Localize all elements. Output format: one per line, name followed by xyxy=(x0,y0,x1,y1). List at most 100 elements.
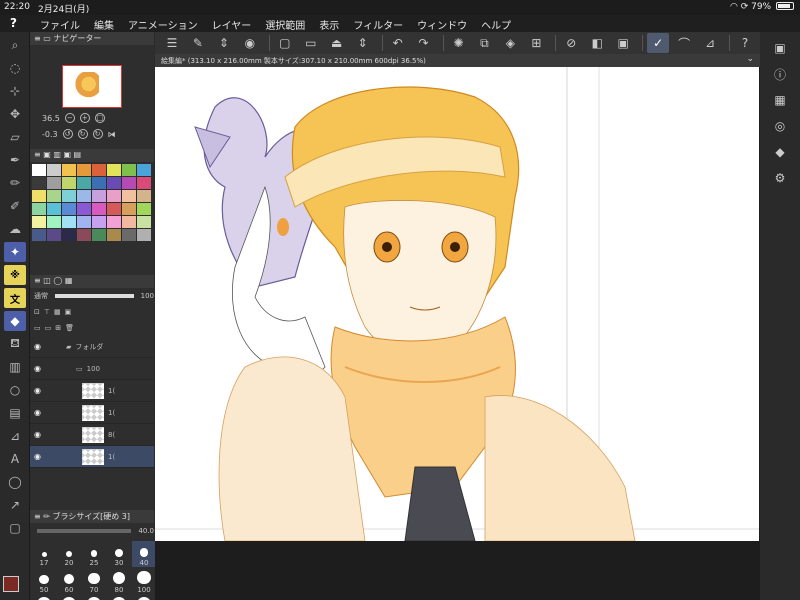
color-swatch[interactable] xyxy=(137,229,151,241)
color-swatch[interactable] xyxy=(107,177,121,189)
color-swatch[interactable] xyxy=(77,216,91,228)
color-swatch[interactable] xyxy=(77,164,91,176)
layer-folder-row[interactable]: ◉ ▰ フォルダ xyxy=(30,336,154,358)
airbrush-icon[interactable]: ✦ xyxy=(4,242,26,262)
color-swatch[interactable] xyxy=(92,190,106,202)
rotate-reset-icon[interactable]: ↻ xyxy=(92,129,103,139)
app-logo-icon[interactable]: ? xyxy=(10,16,24,30)
color-swatch[interactable] xyxy=(62,164,76,176)
brush-size-preset[interactable]: 40 xyxy=(132,541,156,567)
new-folder-icon[interactable]: ▭ xyxy=(45,324,52,332)
search-layer-icon[interactable]: ◎ xyxy=(770,116,790,136)
color-swatch[interactable] xyxy=(77,229,91,241)
mask-icon[interactable]: ▣ xyxy=(612,33,634,53)
color-swatch[interactable] xyxy=(47,216,61,228)
eyedropper-icon[interactable]: ✒ xyxy=(4,150,26,170)
menu-layer[interactable]: レイヤー xyxy=(212,17,252,32)
color-swatch[interactable] xyxy=(62,190,76,202)
menu-animation[interactable]: アニメーション xyxy=(128,17,198,32)
move-icon[interactable]: ✥ xyxy=(4,104,26,124)
color-swatch[interactable] xyxy=(92,229,106,241)
color-swatch[interactable] xyxy=(62,229,76,241)
color-swatch[interactable] xyxy=(122,203,136,215)
rotate-right-icon[interactable]: ↻ xyxy=(77,129,88,139)
clip-icon[interactable]: ⊤ xyxy=(44,308,50,316)
brush-size-preset[interactable]: 70 xyxy=(82,568,106,594)
layer-row[interactable]: ◉ 8( xyxy=(30,424,154,446)
fill-icon[interactable]: ◈ xyxy=(499,33,521,53)
color-swatch[interactable] xyxy=(122,177,136,189)
eye-icon[interactable]: ◉ xyxy=(34,452,46,461)
layer-row[interactable]: ◉ 1( xyxy=(30,402,154,424)
color-swatch[interactable] xyxy=(107,229,121,241)
updown-icon[interactable]: ⇕ xyxy=(213,33,235,53)
color-swatch[interactable] xyxy=(92,177,106,189)
fill-bucket-icon[interactable]: ⛾ xyxy=(4,334,26,354)
edit-icon[interactable]: ✎ xyxy=(187,33,209,53)
color-swatch[interactable] xyxy=(137,190,151,202)
color-swatch[interactable] xyxy=(107,190,121,202)
zoom-icon[interactable]: ⌕ xyxy=(4,35,26,55)
color-swatch[interactable] xyxy=(47,164,61,176)
menu-selection[interactable]: 選択範囲 xyxy=(265,17,305,32)
ruler-tool-icon[interactable]: ⊿ xyxy=(4,426,26,446)
eraser-icon[interactable]: ▱ xyxy=(4,127,26,147)
brush-size-preset[interactable]: 20 xyxy=(57,541,81,567)
chevron-down-icon[interactable]: ⌄ xyxy=(746,54,754,64)
color-swatch[interactable] xyxy=(47,177,61,189)
brush-size-preset[interactable]: 30 xyxy=(107,541,131,567)
color-swatch[interactable] xyxy=(137,216,151,228)
rotate-left-icon[interactable]: ↺ xyxy=(62,129,73,139)
blend-mode-select[interactable]: 通常 xyxy=(34,291,48,301)
ruler-icon[interactable]: ⊿ xyxy=(699,33,721,53)
color-swatch[interactable] xyxy=(77,177,91,189)
eraser-active-icon[interactable]: ◆ xyxy=(4,311,26,331)
eye-icon[interactable]: ◉ xyxy=(34,408,46,417)
delete-layer-icon[interactable]: 🗑 xyxy=(65,324,74,332)
color-swatch[interactable] xyxy=(62,203,76,215)
open-folder-icon[interactable]: ▭ xyxy=(300,33,322,53)
drawing-canvas[interactable] xyxy=(155,67,759,541)
brush-size-preset[interactable]: 50 xyxy=(32,568,56,594)
color-swatch[interactable] xyxy=(32,177,46,189)
fit-icon[interactable]: □ xyxy=(94,113,105,123)
clear-icon[interactable]: ⊘ xyxy=(560,33,582,53)
extra-icon[interactable]: ▢ xyxy=(4,518,26,538)
color-swatch[interactable] xyxy=(137,164,151,176)
color-swatch[interactable] xyxy=(32,164,46,176)
opacity-slider[interactable] xyxy=(55,294,134,298)
color-swatch[interactable] xyxy=(107,164,121,176)
pen-icon[interactable]: ✏ xyxy=(4,173,26,193)
menu-view[interactable]: 表示 xyxy=(319,17,339,32)
lasso-icon[interactable]: ◌ xyxy=(4,58,26,78)
transform-icon[interactable]: ⊞ xyxy=(525,33,547,53)
correct-line-icon[interactable]: ↗ xyxy=(4,495,26,515)
menu-window[interactable]: ウィンドウ xyxy=(417,17,467,32)
help-icon[interactable]: ? xyxy=(734,33,756,53)
loading-icon[interactable]: ✺ xyxy=(448,33,470,53)
color-swatch[interactable] xyxy=(122,216,136,228)
settings-icon[interactable]: ⚙ xyxy=(770,168,790,188)
redo-icon[interactable]: ↷ xyxy=(413,33,435,53)
color-swatch[interactable] xyxy=(122,164,136,176)
menu-file[interactable]: ファイル xyxy=(40,17,80,32)
undo-icon[interactable]: ↶ xyxy=(387,33,409,53)
brush-size-preset[interactable]: 170 xyxy=(82,595,106,600)
pencil-icon[interactable]: ✐ xyxy=(4,196,26,216)
new-file-icon[interactable]: ▢ xyxy=(274,33,296,53)
brush-size-preset[interactable]: 17 xyxy=(32,541,56,567)
save-options-icon[interactable]: ⇕ xyxy=(352,33,374,53)
color-swatch[interactable] xyxy=(137,203,151,215)
color-swatch[interactable] xyxy=(32,203,46,215)
color-swatch[interactable] xyxy=(122,190,136,202)
eye-icon[interactable]: ◉ xyxy=(34,364,46,373)
text-icon[interactable]: A xyxy=(4,449,26,469)
select-layer-icon[interactable]: ⊹ xyxy=(4,81,26,101)
color-swatch[interactable] xyxy=(122,229,136,241)
gradient-icon[interactable]: ▥ xyxy=(4,357,26,377)
menu-filter[interactable]: フィルター xyxy=(353,17,403,32)
hamburger-menu-icon[interactable]: ☰ xyxy=(161,33,183,53)
selection-icon[interactable]: ◧ xyxy=(586,33,608,53)
layer-row[interactable]: ◉ 1( xyxy=(30,380,154,402)
navigator-thumbnail[interactable] xyxy=(62,65,122,108)
